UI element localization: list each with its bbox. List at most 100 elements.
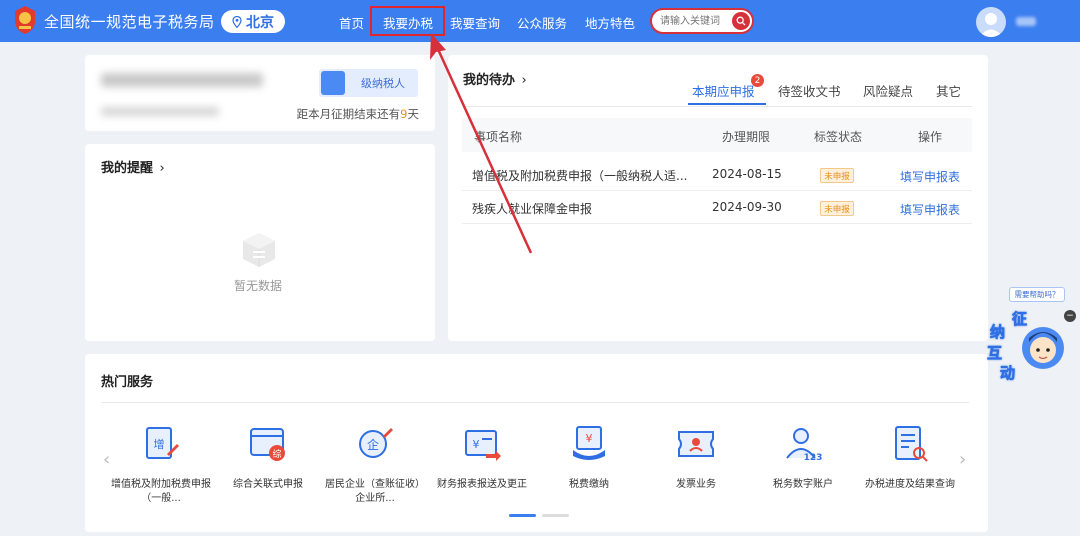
tax-id-redacted bbox=[101, 107, 219, 116]
user-avatar-icon bbox=[979, 13, 1003, 37]
top-header: 全国统一规范电子税务局 北京 首页 我要办税 我要查询 公众服务 地方特色 bbox=[0, 0, 1080, 42]
service-label: 发票业务 bbox=[676, 479, 716, 490]
service-label: 居民企业（查账征收）企业所... bbox=[325, 479, 425, 504]
nav-highlight-box bbox=[370, 6, 445, 36]
tab-divider bbox=[462, 106, 972, 107]
tab-count-badge: 2 bbox=[751, 74, 764, 87]
company-name-redacted bbox=[101, 73, 263, 87]
todo-title: 我的待办 bbox=[463, 73, 516, 88]
todo-item-deadline: 2024-08-15 bbox=[712, 167, 782, 181]
deadline-prefix: 距本月征期结束还有 bbox=[296, 107, 401, 121]
service-tax-payment[interactable]: ¥ 税费缴纳 bbox=[539, 424, 639, 492]
site-title[interactable]: 全国统一规范电子税务局 bbox=[44, 11, 215, 32]
vat-declare-icon: 增 bbox=[146, 427, 179, 459]
todo-card: 我的待办 › 本期应申报 2 待签收文书 风险疑点 其它 事项名称 办理期限 标… bbox=[448, 55, 988, 341]
username-redacted[interactable] bbox=[1016, 17, 1036, 26]
browser-window-icon: 综 bbox=[250, 428, 285, 461]
assistant-close-button[interactable]: − bbox=[1064, 310, 1076, 322]
digital-account-icon: 123 bbox=[786, 428, 823, 463]
column-header-deadline: 办理期限 bbox=[722, 130, 771, 144]
assistant-char: 纳 bbox=[990, 323, 1006, 342]
service-invoice[interactable]: 发票业务 bbox=[646, 424, 746, 492]
reminder-title: 我的提醒 bbox=[101, 161, 154, 176]
deadline-days: 9 bbox=[400, 107, 408, 121]
reminder-card: 我的提醒 › 暂无数据 bbox=[85, 144, 435, 341]
service-vat-declare[interactable]: 增 增值税及附加税费申报（一般... bbox=[111, 424, 211, 506]
service-label: 综合关联式申报 bbox=[233, 479, 303, 490]
assistant-char: 动 bbox=[1000, 364, 1016, 383]
svg-text:123: 123 bbox=[804, 453, 823, 463]
taxpayer-type-text: 级纳税人 bbox=[361, 77, 405, 90]
taxpayer-type-badge: 级纳税人 bbox=[319, 69, 418, 97]
reminder-title-link[interactable]: 我的提醒 › bbox=[101, 157, 165, 176]
service-progress-query[interactable]: 办税进度及结果查询 bbox=[860, 424, 960, 492]
svg-text:增: 增 bbox=[154, 437, 165, 451]
region-name: 北京 bbox=[246, 14, 274, 31]
search-box bbox=[650, 8, 754, 34]
tab-others[interactable]: 其它 bbox=[936, 81, 961, 100]
nav-query[interactable]: 我要查询 bbox=[450, 13, 500, 32]
column-header-action: 操作 bbox=[918, 130, 943, 144]
profile-card: 级纳税人 距本月征期结束还有9天 bbox=[85, 55, 435, 131]
column-header-status: 标签状态 bbox=[814, 130, 863, 144]
service-combined-declare[interactable]: 综 综合关联式申报 bbox=[218, 424, 318, 492]
assistant-bubble[interactable]: 需要帮助吗？ bbox=[1009, 287, 1065, 302]
search-button[interactable] bbox=[732, 12, 750, 30]
search-icon bbox=[736, 16, 746, 26]
service-enterprise-income[interactable]: 企 居民企业（查账征收）企业所... bbox=[325, 424, 425, 506]
status-badge: 未申报 bbox=[820, 168, 854, 183]
table-row: 增值税及附加税费申报（一般纳税人适... 2024-08-15 未申报 填写申报… bbox=[462, 158, 972, 191]
hot-services-card: 热门服务 ‹ › 增 增值税及附加税费申报（一般... 综 综合关联式申报 企 … bbox=[85, 354, 988, 532]
todo-item-deadline: 2024-09-30 bbox=[712, 200, 782, 214]
svg-text:综: 综 bbox=[272, 448, 281, 460]
tax-payment-icon: ¥ bbox=[573, 426, 605, 460]
active-tab-indicator bbox=[688, 103, 766, 105]
service-digital-account[interactable]: 123 税务数字账户 bbox=[753, 424, 853, 492]
status-badge: 未申报 bbox=[820, 201, 854, 216]
service-label: 财务报表报送及更正 bbox=[437, 479, 527, 490]
carousel-dot[interactable] bbox=[542, 514, 569, 517]
deadline-suffix: 天 bbox=[407, 107, 420, 121]
service-label: 税费缴纳 bbox=[569, 479, 609, 490]
column-header-name: 事项名称 bbox=[474, 130, 523, 144]
chevron-right-icon: › bbox=[159, 161, 165, 176]
taxpayer-badge-icon bbox=[321, 71, 345, 95]
service-label: 税务数字账户 bbox=[773, 479, 833, 490]
empty-box-icon bbox=[243, 233, 275, 267]
location-pin-icon bbox=[232, 15, 242, 28]
service-label: 办税进度及结果查询 bbox=[865, 479, 955, 490]
tab-risk-issues[interactable]: 风险疑点 bbox=[863, 81, 913, 100]
nav-home[interactable]: 首页 bbox=[339, 13, 364, 32]
deadline-notice: 距本月征期结束还有9天 bbox=[297, 106, 419, 122]
tab-current-declaration[interactable]: 本期应申报 bbox=[692, 81, 755, 100]
svg-text:¥: ¥ bbox=[586, 432, 593, 445]
table-header-row bbox=[462, 118, 972, 152]
progress-search-icon bbox=[895, 426, 928, 462]
svg-text:¥: ¥ bbox=[473, 438, 480, 451]
empty-state-text: 暂无数据 bbox=[234, 279, 283, 293]
fill-declaration-link[interactable]: 填写申报表 bbox=[900, 201, 960, 218]
assistant-char: 互 bbox=[987, 344, 1003, 363]
search-input[interactable] bbox=[660, 14, 732, 29]
tab-pending-documents[interactable]: 待签收文书 bbox=[778, 81, 841, 100]
svg-text:企: 企 bbox=[367, 437, 379, 452]
user-avatar[interactable] bbox=[976, 7, 1006, 37]
tax-emblem-icon bbox=[15, 6, 35, 34]
todo-title-link[interactable]: 我的待办 › bbox=[463, 69, 527, 88]
service-label: 增值税及附加税费申报（一般... bbox=[111, 479, 211, 504]
region-selector[interactable]: 北京 bbox=[221, 10, 285, 33]
enterprise-pen-icon: 企 bbox=[359, 428, 393, 458]
todo-item-name: 增值税及附加税费申报（一般纳税人适... bbox=[472, 169, 688, 183]
carousel-next-button[interactable]: › bbox=[959, 449, 966, 470]
fill-declaration-link[interactable]: 填写申报表 bbox=[900, 168, 960, 185]
hot-services-divider bbox=[101, 402, 969, 403]
service-financial-report[interactable]: ¥ 财务报表报送及更正 bbox=[432, 424, 532, 492]
nav-local-features[interactable]: 地方特色 bbox=[585, 13, 635, 32]
carousel-dot-active[interactable] bbox=[509, 514, 536, 517]
assistant-avatar-icon[interactable] bbox=[1021, 318, 1065, 378]
ticket-icon bbox=[678, 431, 714, 457]
carousel-prev-button[interactable]: ‹ bbox=[103, 449, 110, 470]
table-row: 残疾人就业保障金申报 2024-09-30 未申报 填写申报表 bbox=[462, 191, 972, 224]
todo-item-name: 残疾人就业保障金申报 bbox=[472, 202, 593, 216]
nav-public-service[interactable]: 公众服务 bbox=[517, 13, 567, 32]
